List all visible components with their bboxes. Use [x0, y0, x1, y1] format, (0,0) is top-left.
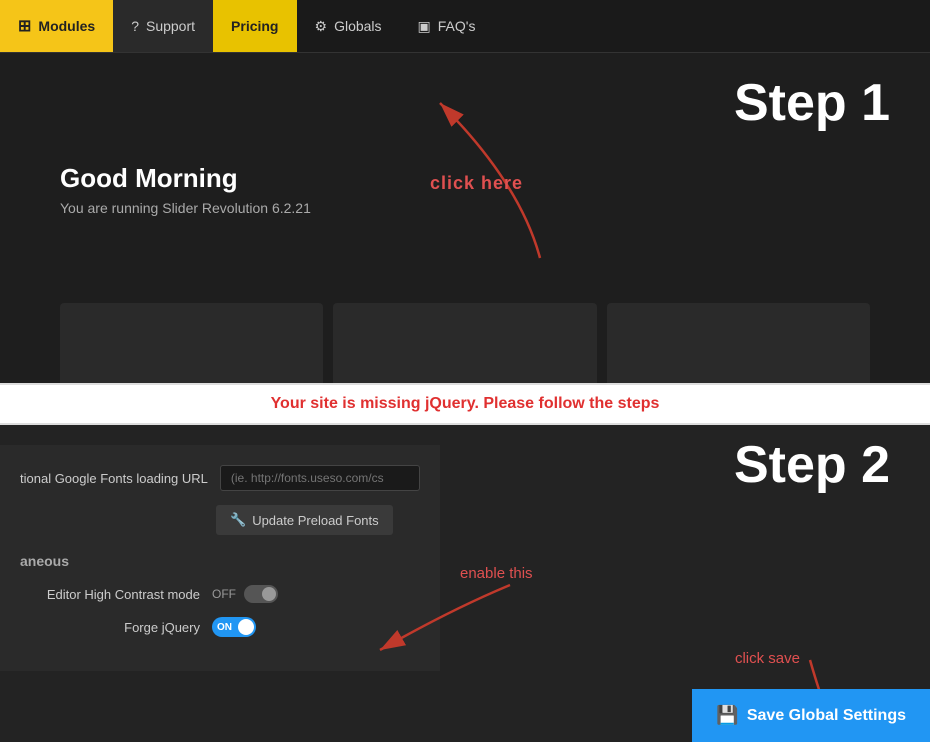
step1-area: Step 1 Good Morning You are running Slid…: [0, 53, 930, 383]
high-contrast-state: OFF: [212, 587, 236, 601]
nav-pricing[interactable]: Pricing: [213, 0, 296, 52]
pricing-label: Pricing: [231, 18, 278, 34]
greeting-subtitle: You are running Slider Revolution 6.2.21: [60, 200, 311, 216]
greeting-title: Good Morning: [60, 163, 311, 194]
card-1: [60, 303, 323, 383]
save-icon: 💾: [716, 705, 738, 726]
top-navigation: ⊞ Modules ? Support Pricing ⚙ Globals ▣ …: [0, 0, 930, 53]
step2-label: Step 2: [734, 435, 890, 495]
google-fonts-row: tional Google Fonts loading URL: [20, 465, 420, 491]
greeting-block: Good Morning You are running Slider Revo…: [60, 163, 311, 216]
modules-label: Modules: [38, 18, 95, 34]
forge-jquery-track[interactable]: ON: [212, 617, 256, 637]
update-fonts-button[interactable]: 🔧 Update Preload Fonts: [216, 505, 393, 535]
google-fonts-input[interactable]: [220, 465, 420, 491]
question-icon: ?: [131, 18, 139, 34]
card-2: [333, 303, 596, 383]
save-global-settings-button[interactable]: 💾 Save Global Settings: [692, 689, 930, 742]
step1-label: Step 1: [734, 73, 890, 133]
faqs-label: FAQ's: [438, 18, 476, 34]
globals-label: Globals: [334, 18, 381, 34]
high-contrast-label: Editor High Contrast mode: [20, 587, 200, 602]
click-here-label: click here: [430, 173, 523, 194]
forge-jquery-label: Forge jQuery: [20, 620, 200, 635]
nav-globals[interactable]: ⚙ Globals: [297, 0, 400, 52]
card-3: [607, 303, 870, 383]
high-contrast-track[interactable]: [244, 585, 278, 603]
update-fonts-label: Update Preload Fonts: [252, 513, 378, 528]
nav-faqs[interactable]: ▣ FAQ's: [400, 0, 494, 52]
step2-area: Step 2 tional Google Fonts loading URL 🔧…: [0, 425, 930, 742]
grid-icon: ⊞: [18, 16, 31, 36]
nav-support[interactable]: ? Support: [113, 0, 213, 52]
nav-modules[interactable]: ⊞ Modules: [0, 0, 113, 52]
warning-text: Your site is missing jQuery. Please foll…: [271, 395, 660, 412]
high-contrast-thumb: [262, 587, 276, 601]
forge-jquery-toggle[interactable]: ON: [212, 617, 256, 637]
save-button-label: Save Global Settings: [747, 707, 906, 725]
enable-arrow: [350, 580, 530, 680]
cards-row: [0, 303, 930, 383]
wrench-icon: 🔧: [230, 512, 246, 528]
forge-jquery-thumb: [238, 619, 254, 635]
forge-jquery-state: ON: [217, 622, 232, 633]
warning-banner: Your site is missing jQuery. Please foll…: [0, 383, 930, 425]
google-fonts-label: tional Google Fonts loading URL: [20, 471, 208, 486]
support-label: Support: [146, 18, 195, 34]
high-contrast-toggle[interactable]: OFF: [212, 585, 278, 603]
faq-icon: ▣: [418, 18, 431, 35]
gear-icon: ⚙: [315, 18, 328, 35]
misc-section-title: aneous: [20, 553, 420, 569]
